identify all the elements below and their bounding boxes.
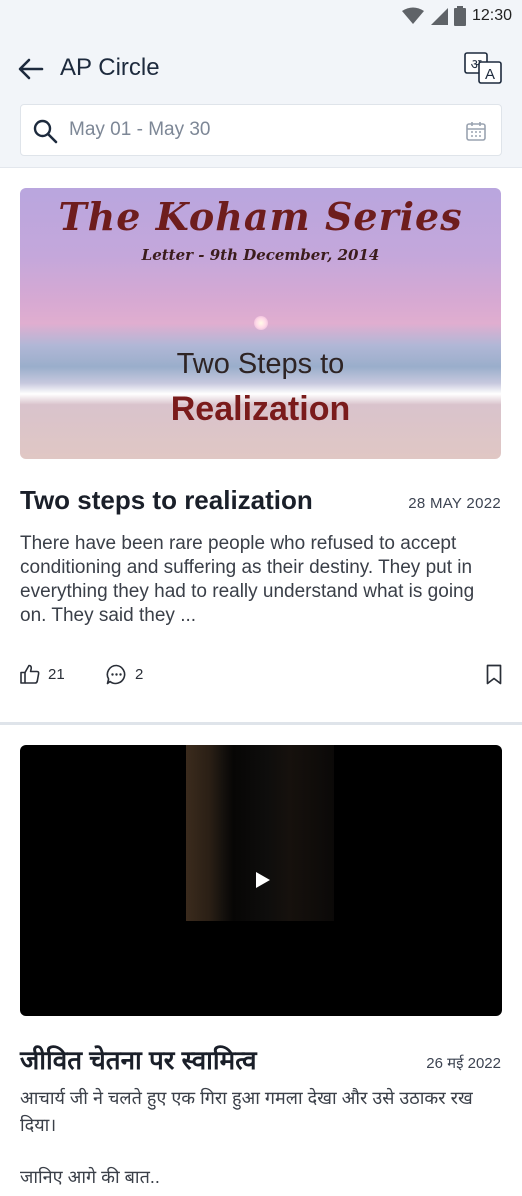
date-range-input[interactable] — [69, 105, 449, 155]
post-excerpt: आचार्य जी ने चलते हुए एक गिरा हुआ गमला द… — [20, 1088, 473, 1135]
post-actions: 21 2 — [20, 664, 504, 688]
back-button[interactable] — [16, 56, 46, 82]
search-icon — [33, 119, 58, 144]
post-banner-image[interactable]: The Koham Series Letter - 9th December, … — [20, 188, 501, 459]
banner-title: The Koham Series — [58, 194, 463, 239]
video-player[interactable] — [20, 745, 502, 1016]
post-divider — [0, 722, 522, 725]
post-date: 28 MAY 2022 — [408, 495, 501, 512]
bookmark-button[interactable] — [486, 664, 502, 690]
page-title: AP Circle — [60, 54, 160, 81]
calendar-icon[interactable] — [465, 120, 487, 142]
app-header: AP Circle अ A — [0, 32, 522, 168]
date-range-search[interactable] — [20, 104, 502, 156]
signal-icon — [430, 8, 448, 25]
post-title[interactable]: जीवित चेतना पर स्वामित्व — [20, 1041, 257, 1077]
video-thumbnail — [186, 745, 334, 921]
play-icon[interactable] — [256, 872, 270, 888]
sun — [254, 316, 268, 330]
banner-subtitle: Letter - 9th December, 2014 — [141, 246, 380, 264]
status-time: 12:30 — [471, 7, 512, 24]
arrow-left-icon — [18, 58, 44, 80]
wifi-icon — [401, 7, 424, 24]
thumbs-up-icon — [20, 664, 40, 684]
bookmark-icon — [486, 664, 502, 685]
battery-icon — [453, 6, 466, 26]
comment-button[interactable]: 2 — [106, 664, 143, 685]
banner-line-2: Realization — [170, 390, 351, 428]
comment-count: 2 — [135, 666, 144, 683]
translate-button[interactable]: अ A — [464, 52, 502, 84]
status-icons: 12:30 — [401, 6, 512, 26]
svg-text:A: A — [485, 66, 495, 83]
comment-icon — [106, 664, 126, 685]
like-count: 21 — [48, 665, 65, 683]
status-bar: 12:30 — [0, 0, 522, 32]
translate-icon: अ A — [464, 52, 502, 84]
read-more-text[interactable]: जानिए आगे की बात.. — [20, 1165, 160, 1189]
post-excerpt: There have been rare people who refused … — [20, 533, 475, 626]
banner-line-1: Two Steps to — [176, 348, 345, 380]
post-title[interactable]: Two steps to realization — [20, 485, 313, 516]
like-button[interactable]: 21 — [20, 664, 65, 684]
post-date: 26 मई 2022 — [426, 1055, 501, 1072]
